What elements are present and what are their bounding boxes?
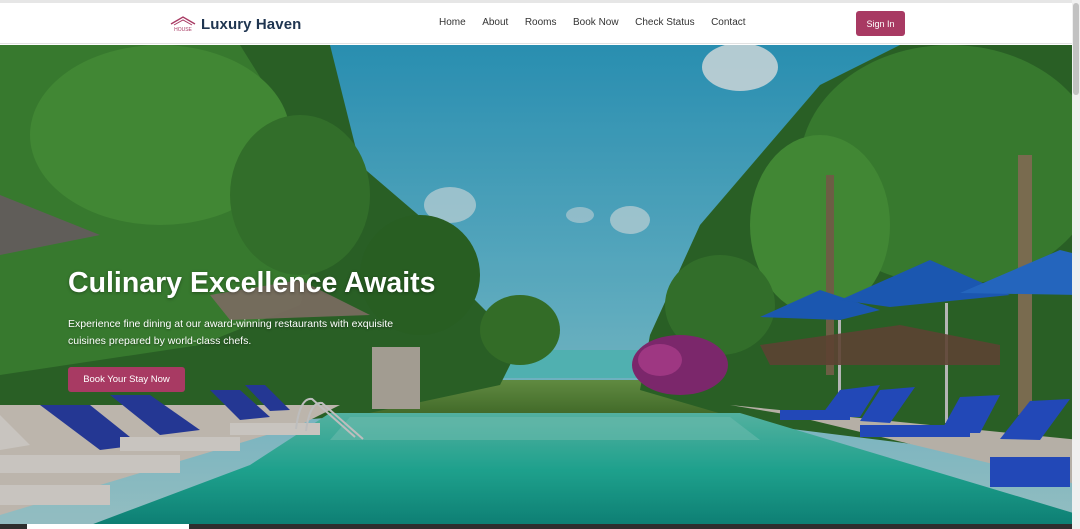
hero-title: Culinary Excellence Awaits bbox=[68, 267, 436, 299]
sign-in-button[interactable]: Sign In bbox=[856, 11, 905, 36]
nav-link-book-now[interactable]: Book Now bbox=[573, 17, 619, 28]
svg-text:HOUSE: HOUSE bbox=[174, 27, 192, 33]
horizontal-scrollbar[interactable] bbox=[0, 524, 1072, 529]
nav-link-check-status[interactable]: Check Status bbox=[635, 17, 694, 28]
brand[interactable]: HOUSE Luxury Haven bbox=[170, 14, 301, 34]
nav-link-home[interactable]: Home bbox=[439, 17, 466, 28]
hero-section: Culinary Excellence Awaits Experience fi… bbox=[0, 45, 1080, 529]
nav-link-rooms[interactable]: Rooms bbox=[525, 17, 557, 28]
nav-link-about[interactable]: About bbox=[482, 17, 508, 28]
hero-description: Experience fine dining at our award-winn… bbox=[68, 318, 394, 347]
vertical-scrollbar-thumb[interactable] bbox=[1073, 3, 1079, 95]
nav-links: Home About Rooms Book Now Check Status C… bbox=[439, 17, 746, 28]
book-stay-button[interactable]: Book Your Stay Now bbox=[68, 367, 185, 392]
navbar: HOUSE Luxury Haven Home About Rooms Book… bbox=[0, 3, 1080, 44]
nav-link-contact[interactable]: Contact bbox=[711, 17, 745, 28]
hotel-logo-icon: HOUSE bbox=[170, 16, 196, 33]
brand-name: Luxury Haven bbox=[201, 15, 302, 33]
horizontal-scrollbar-thumb[interactable] bbox=[27, 524, 189, 529]
vertical-scrollbar[interactable] bbox=[1072, 0, 1080, 529]
